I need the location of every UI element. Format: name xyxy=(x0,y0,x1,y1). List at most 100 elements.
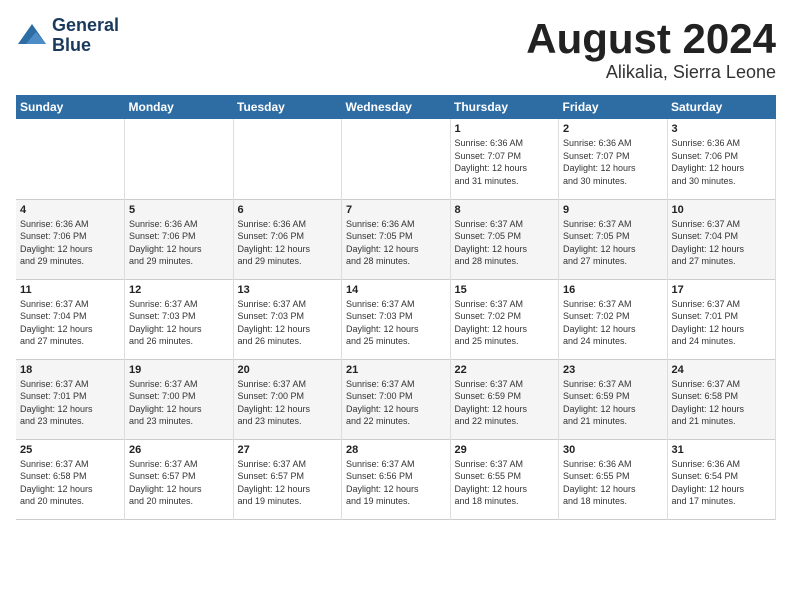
week-row-4: 18Sunrise: 6:37 AM Sunset: 7:01 PM Dayli… xyxy=(16,359,776,439)
day-info: Sunrise: 6:37 AM Sunset: 7:00 PM Dayligh… xyxy=(129,378,229,428)
weekday-header-tuesday: Tuesday xyxy=(233,95,342,119)
weekday-header-row: SundayMondayTuesdayWednesdayThursdayFrid… xyxy=(16,95,776,119)
week-row-2: 4 Sunrise: 6:36 AM Sunset: 7:06 PM Daylig… xyxy=(16,199,776,279)
day-number: 2 xyxy=(563,123,663,135)
calendar-table: SundayMondayTuesdayWednesdayThursdayFrid… xyxy=(16,95,776,520)
day-info: Sunrise: 6:37 AM Sunset: 6:57 PM Dayligh… xyxy=(129,458,229,508)
calendar-cell: 24 Sunrise: 6:37 AM Sunset: 6:58 PM Dayli… xyxy=(667,359,776,439)
calendar-cell: 29 Sunrise: 6:37 AM Sunset: 6:55 PM Dayli… xyxy=(450,439,559,519)
calendar-cell: 31 Sunrise: 6:36 AM Sunset: 6:54 PM Dayli… xyxy=(667,439,776,519)
calendar-cell xyxy=(233,119,342,199)
calendar-cell: 5 Sunrise: 6:36 AM Sunset: 7:06 PM Daylig… xyxy=(125,199,234,279)
day-number: 31 xyxy=(672,444,772,456)
month-title: August 2024 xyxy=(526,16,776,62)
day-info: Sunrise: 6:37 AM Sunset: 7:04 PM Dayligh… xyxy=(20,298,120,348)
day-number: 22 xyxy=(455,364,555,376)
logo-text: General Blue xyxy=(52,16,119,56)
day-info: Sunrise: 6:37 AM Sunset: 7:03 PM Dayligh… xyxy=(346,298,446,348)
day-number: 27 xyxy=(238,444,338,456)
day-number: 16 xyxy=(563,284,663,296)
day-info: Sunrise: 6:37 AM Sunset: 6:55 PM Dayligh… xyxy=(455,458,555,508)
calendar-cell: 16 Sunrise: 6:37 AM Sunset: 7:02 PM Dayli… xyxy=(559,279,668,359)
day-info: Sunrise: 6:36 AM Sunset: 7:06 PM Dayligh… xyxy=(238,218,338,268)
calendar-cell: 8Sunrise: 6:37 AM Sunset: 7:05 PM Daylig… xyxy=(450,199,559,279)
weekday-header-sunday: Sunday xyxy=(16,95,125,119)
day-number: 7 xyxy=(346,204,446,216)
calendar-cell: 27 Sunrise: 6:37 AM Sunset: 6:57 PM Dayli… xyxy=(233,439,342,519)
day-info: Sunrise: 6:37 AM Sunset: 6:58 PM Dayligh… xyxy=(672,378,772,428)
day-number: 11 xyxy=(20,284,120,296)
weekday-header-saturday: Saturday xyxy=(667,95,776,119)
calendar-cell: 23Sunrise: 6:37 AM Sunset: 6:59 PM Dayli… xyxy=(559,359,668,439)
calendar-cell: 1 Sunrise: 6:36 AM Sunset: 7:07 PM Daylig… xyxy=(450,119,559,199)
day-number: 28 xyxy=(346,444,446,456)
day-info: Sunrise: 6:36 AM Sunset: 7:06 PM Dayligh… xyxy=(129,218,229,268)
weekday-header-friday: Friday xyxy=(559,95,668,119)
day-info: Sunrise: 6:37 AM Sunset: 7:03 PM Dayligh… xyxy=(238,298,338,348)
day-number: 24 xyxy=(672,364,772,376)
calendar-cell: 17 Sunrise: 6:37 AM Sunset: 7:01 PM Dayli… xyxy=(667,279,776,359)
calendar-cell: 12 Sunrise: 6:37 AM Sunset: 7:03 PM Dayli… xyxy=(125,279,234,359)
day-number: 19 xyxy=(129,364,229,376)
day-info: Sunrise: 6:36 AM Sunset: 7:07 PM Dayligh… xyxy=(563,137,663,187)
day-number: 5 xyxy=(129,204,229,216)
day-info: Sunrise: 6:37 AM Sunset: 7:02 PM Dayligh… xyxy=(563,298,663,348)
calendar-cell: 22 Sunrise: 6:37 AM Sunset: 6:59 PM Dayli… xyxy=(450,359,559,439)
day-info: Sunrise: 6:36 AM Sunset: 7:07 PM Dayligh… xyxy=(455,137,555,187)
day-info: Sunrise: 6:37 AM Sunset: 7:04 PM Dayligh… xyxy=(672,218,772,268)
logo-icon xyxy=(16,22,48,50)
calendar-cell: 7 Sunrise: 6:36 AM Sunset: 7:05 PM Daylig… xyxy=(342,199,451,279)
day-info: Sunrise: 6:37 AM Sunset: 7:00 PM Dayligh… xyxy=(238,378,338,428)
calendar-cell: 21 Sunrise: 6:37 AM Sunset: 7:00 PM Dayli… xyxy=(342,359,451,439)
day-info: Sunrise: 6:36 AM Sunset: 6:54 PM Dayligh… xyxy=(672,458,772,508)
day-number: 13 xyxy=(238,284,338,296)
calendar-cell: 13 Sunrise: 6:37 AM Sunset: 7:03 PM Dayli… xyxy=(233,279,342,359)
calendar-cell: 3 Sunrise: 6:36 AM Sunset: 7:06 PM Daylig… xyxy=(667,119,776,199)
day-info: Sunrise: 6:36 AM Sunset: 7:06 PM Dayligh… xyxy=(672,137,772,187)
week-row-3: 11 Sunrise: 6:37 AM Sunset: 7:04 PM Dayli… xyxy=(16,279,776,359)
location-subtitle: Alikalia, Sierra Leone xyxy=(526,62,776,83)
day-number: 10 xyxy=(672,204,772,216)
calendar-cell xyxy=(16,119,125,199)
calendar-cell: 15 Sunrise: 6:37 AM Sunset: 7:02 PM Dayli… xyxy=(450,279,559,359)
day-info: Sunrise: 6:37 AM Sunset: 7:01 PM Dayligh… xyxy=(672,298,772,348)
day-number: 26 xyxy=(129,444,229,456)
calendar-cell xyxy=(125,119,234,199)
day-info: Sunrise: 6:37 AM Sunset: 7:03 PM Dayligh… xyxy=(129,298,229,348)
day-info: Sunrise: 6:37 AM Sunset: 6:57 PM Dayligh… xyxy=(238,458,338,508)
day-number: 29 xyxy=(455,444,555,456)
day-info: Sunrise: 6:37 AM Sunset: 7:01 PM Dayligh… xyxy=(20,378,120,428)
day-number: 30 xyxy=(563,444,663,456)
calendar-cell: 28 Sunrise: 6:37 AM Sunset: 6:56 PM Dayli… xyxy=(342,439,451,519)
day-info: Sunrise: 6:36 AM Sunset: 7:05 PM Dayligh… xyxy=(346,218,446,268)
day-number: 21 xyxy=(346,364,446,376)
day-info: Sunrise: 6:37 AM Sunset: 6:59 PM Dayligh… xyxy=(455,378,555,428)
calendar-cell: 19 Sunrise: 6:37 AM Sunset: 7:00 PM Dayli… xyxy=(125,359,234,439)
calendar-cell: 18Sunrise: 6:37 AM Sunset: 7:01 PM Dayli… xyxy=(16,359,125,439)
day-number: 20 xyxy=(238,364,338,376)
week-row-1: 1 Sunrise: 6:36 AM Sunset: 7:07 PM Daylig… xyxy=(16,119,776,199)
calendar-cell: 30Sunrise: 6:36 AM Sunset: 6:55 PM Dayli… xyxy=(559,439,668,519)
day-info: Sunrise: 6:36 AM Sunset: 7:06 PM Dayligh… xyxy=(20,218,120,268)
day-number: 3 xyxy=(672,123,772,135)
calendar-cell: 11 Sunrise: 6:37 AM Sunset: 7:04 PM Dayli… xyxy=(16,279,125,359)
day-info: Sunrise: 6:37 AM Sunset: 7:00 PM Dayligh… xyxy=(346,378,446,428)
page-header: General Blue August 2024 Alikalia, Sierr… xyxy=(16,16,776,83)
calendar-cell: 14 Sunrise: 6:37 AM Sunset: 7:03 PM Dayli… xyxy=(342,279,451,359)
day-number: 9 xyxy=(563,204,663,216)
day-number: 8 xyxy=(455,204,555,216)
day-info: Sunrise: 6:37 AM Sunset: 6:59 PM Dayligh… xyxy=(563,378,663,428)
day-number: 1 xyxy=(455,123,555,135)
day-number: 15 xyxy=(455,284,555,296)
weekday-header-wednesday: Wednesday xyxy=(342,95,451,119)
day-info: Sunrise: 6:37 AM Sunset: 6:56 PM Dayligh… xyxy=(346,458,446,508)
calendar-cell: 2 Sunrise: 6:36 AM Sunset: 7:07 PM Daylig… xyxy=(559,119,668,199)
day-info: Sunrise: 6:37 AM Sunset: 6:58 PM Dayligh… xyxy=(20,458,120,508)
day-number: 14 xyxy=(346,284,446,296)
day-info: Sunrise: 6:37 AM Sunset: 7:02 PM Dayligh… xyxy=(455,298,555,348)
day-number: 17 xyxy=(672,284,772,296)
day-number: 4 xyxy=(20,204,120,216)
calendar-cell: 4 Sunrise: 6:36 AM Sunset: 7:06 PM Daylig… xyxy=(16,199,125,279)
day-number: 12 xyxy=(129,284,229,296)
weekday-header-monday: Monday xyxy=(125,95,234,119)
